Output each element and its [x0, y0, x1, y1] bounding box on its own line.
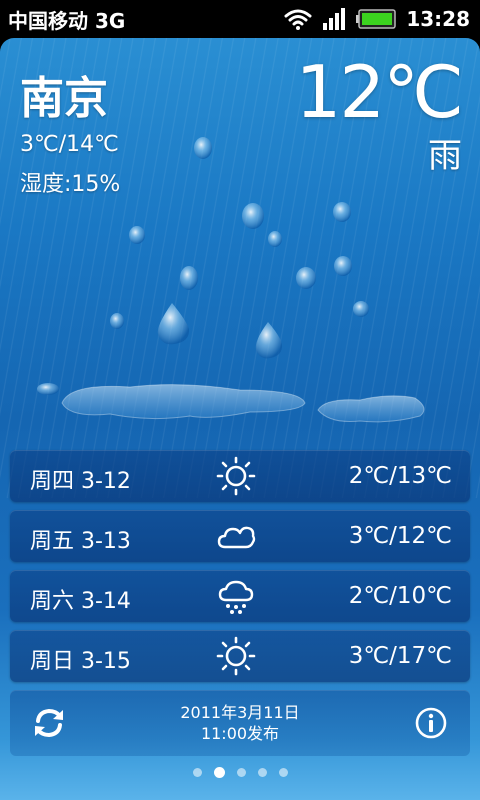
forecast-row[interactable]: 周六 3-14 2℃/10℃	[10, 570, 470, 622]
status-bar: 中国移动 3G 13:28	[0, 0, 480, 38]
rain-cloud-icon	[218, 580, 254, 614]
page-dot[interactable]	[257, 768, 267, 777]
footer-bar: 2011年3月11日 11:00发布	[10, 690, 470, 756]
page-dot[interactable]	[192, 768, 202, 777]
today-temperature-range: 3℃/14℃	[20, 132, 119, 157]
page-dot[interactable]	[236, 768, 246, 777]
page-dot-active[interactable]	[213, 767, 225, 778]
refresh-icon[interactable]	[30, 704, 68, 742]
sunny-icon	[216, 636, 256, 676]
status-icons: 13:28	[284, 7, 470, 31]
forecast-temperature: 2℃/10℃	[348, 583, 452, 609]
weather-screen: 南京 3℃/14℃ 湿度:15% 12℃ 雨 周四 3-12 2℃/13℃ 周五…	[0, 38, 480, 800]
forecast-temperature: 3℃/17℃	[348, 643, 452, 669]
clock: 13:28	[406, 7, 470, 31]
forecast-temperature: 2℃/13℃	[348, 463, 452, 489]
forecast-day-label: 周四 3-12	[30, 469, 131, 494]
carrier-label: 中国移动 3G	[8, 8, 126, 33]
forecast-row[interactable]: 周四 3-12 2℃/13℃	[10, 450, 470, 502]
publish-info: 2011年3月11日 11:00发布	[140, 702, 340, 744]
current-condition: 雨	[428, 136, 462, 176]
forecast-day-label: 周五 3-13	[30, 529, 131, 554]
current-temperature: 12℃	[295, 50, 464, 134]
humidity-label: 湿度:15%	[20, 172, 121, 197]
page-dot[interactable]	[278, 768, 288, 777]
wifi-icon	[284, 9, 312, 30]
cloudy-icon	[217, 526, 256, 549]
forecast-temperature: 3℃/12℃	[348, 523, 452, 549]
sunny-icon	[216, 456, 256, 496]
info-icon[interactable]	[414, 706, 448, 740]
battery-icon	[356, 9, 397, 29]
publish-date: 2011年3月11日	[180, 703, 300, 722]
forecast-row[interactable]: 周五 3-13 3℃/12℃	[10, 510, 470, 562]
forecast-day-label: 周日 3-15	[30, 649, 131, 674]
city-name: 南京	[20, 73, 108, 124]
forecast-row[interactable]: 周日 3-15 3℃/17℃	[10, 630, 470, 682]
signal-icon	[323, 8, 346, 30]
publish-time: 11:00发布	[200, 724, 280, 743]
forecast-day-label: 周六 3-14	[30, 589, 131, 614]
page-indicator	[0, 767, 480, 778]
